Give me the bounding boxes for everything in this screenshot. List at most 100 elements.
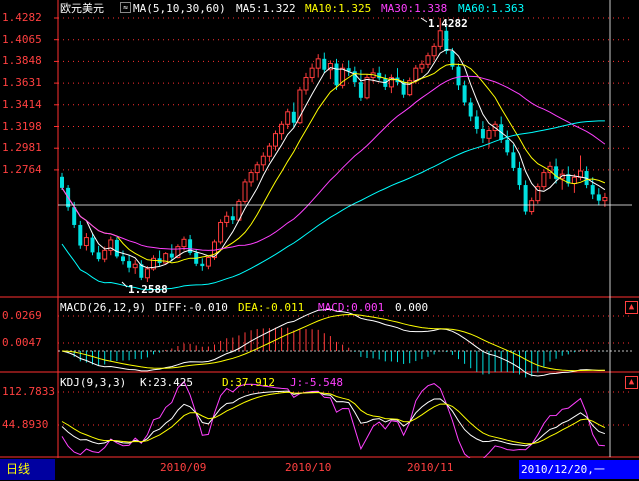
ma5-line [61,49,606,269]
macd-macd-value: MACD:0.001 [318,301,385,314]
candle-body-down [352,71,357,83]
candle-body-up [571,176,577,185]
macd-ytick-1: 0.0269 [2,309,42,322]
candle-body-up [83,237,89,247]
candle-body-down [96,252,101,260]
macd-expand-icon[interactable]: ▲ [625,301,638,314]
candle-body-up [437,30,443,47]
candle-body-up [102,249,108,260]
main-ytick: 1.2764 [2,162,42,176]
candle-body-up [224,215,230,223]
candle-body-down [322,58,327,70]
candle-body-down [169,253,174,258]
candle-body-up [486,130,492,139]
candle-body-down [462,85,467,103]
candle-body-up [529,200,535,213]
candle-body-up [132,263,138,269]
candle-body-down [590,185,595,195]
macd-ytick-2: 0.0047 [2,336,42,349]
high-annotation-arrow [420,17,428,23]
candle-body-down [90,237,95,253]
ma-indicator-icon[interactable]: ≈ [120,2,131,13]
main-ytick: 1.4282 [2,11,42,24]
symbol-name: 欧元美元 [60,2,104,15]
candle-body-up [285,111,291,125]
kdj-ytick-1: 112.7833 [2,385,55,398]
candle-body-up [297,89,303,124]
x-label-oct: 2010/10 [285,461,332,474]
candle-body-down [511,152,516,168]
kdj-ytick-2: 44.8930 [2,418,49,431]
ma10-line [61,63,606,264]
candle-body-up [279,123,285,135]
kdj-expand-icon[interactable]: ▲ [625,376,638,389]
candle-body-down [474,116,479,129]
candle-body-down [517,167,522,186]
candle-body-up [144,268,150,279]
candle-body-up [303,77,309,91]
main-ytick: 1.3631 [2,76,42,90]
main-ytick: 1.3198 [2,119,42,133]
macd-diff-value: DIFF:-0.010 [155,301,228,314]
candle-body-down [334,63,339,86]
candle-body-down [114,239,119,257]
candle-body-up [364,77,370,99]
x-label-nov: 2010/11 [407,461,454,474]
ma10-value: MA10:1.325 [305,2,372,15]
main-ytick: 1.4065 [2,32,42,46]
kdj-j-line [61,380,605,461]
candle-body-down [127,261,132,268]
candle-body-down [444,30,449,52]
x-label-sep: 2010/09 [160,461,207,474]
candle-body-down [480,128,485,139]
candle-body-up [260,155,266,166]
kdj-k-value: K:23.425 [140,376,193,389]
macd-dea-value: DEA:-0.011 [238,301,305,314]
kline-chart[interactable] [0,0,639,461]
candle-body-up [541,172,547,188]
ma60-value: MA60:1.363 [458,2,525,15]
period-tab-daily[interactable]: 日线 [0,459,55,480]
main-ytick: 1.3414 [2,97,42,111]
candle-body-down [291,111,296,123]
candle-body-up [602,197,608,202]
candle-body-up [181,238,187,248]
candle-body-down [78,224,83,246]
candle-body-down [456,66,461,86]
candle-body-up [315,58,321,69]
candle-body-down [468,102,473,117]
candle-body-up [309,67,315,79]
candle-body-down [523,185,528,212]
low-annotation-arrow [121,281,128,288]
candle-body-down [60,176,64,188]
high-annotation: 1.4282 [428,17,468,30]
ma-label: MA(5,10,30,60) [133,2,226,15]
kdj-d-line [61,391,606,445]
candle-body-down [358,82,363,98]
low-annotation: 1.2588 [128,283,168,296]
candle-body-down [200,263,205,267]
main-ytick: 1.2981 [2,141,42,155]
ma30-line [61,75,606,251]
kdj-label: KDJ(9,3,3) [60,376,127,389]
candle-body-up [273,133,278,147]
candle-body-up [242,181,248,202]
macd-label: MACD(26,12,9) [60,301,147,314]
ma5-value: MA5:1.322 [236,2,296,15]
candle-body-up [248,172,254,183]
kdj-d-value: D:37.912 [222,376,275,389]
chart-stage: 欧元美元 ≈ MA(5,10,30,60) MA5:1.322 MA10:1.3… [0,0,639,481]
cursor-date-readout: 2010/12/20,一 [519,460,639,479]
candle-body-up [254,164,260,174]
macd-extra-value: 0.000 [395,301,429,314]
main-ytick: 1.3848 [2,54,42,68]
ma30-value: MA30:1.338 [381,2,448,15]
candle-body-down [230,216,235,221]
candle-body-up [419,63,425,69]
kdj-k-line [61,390,606,447]
candle-body-down [505,139,510,153]
candle-body-down [596,194,601,201]
kdj-j-value: J:-5.548 [290,376,343,389]
candle-body-up [205,257,211,267]
candle-body-up [218,221,224,243]
